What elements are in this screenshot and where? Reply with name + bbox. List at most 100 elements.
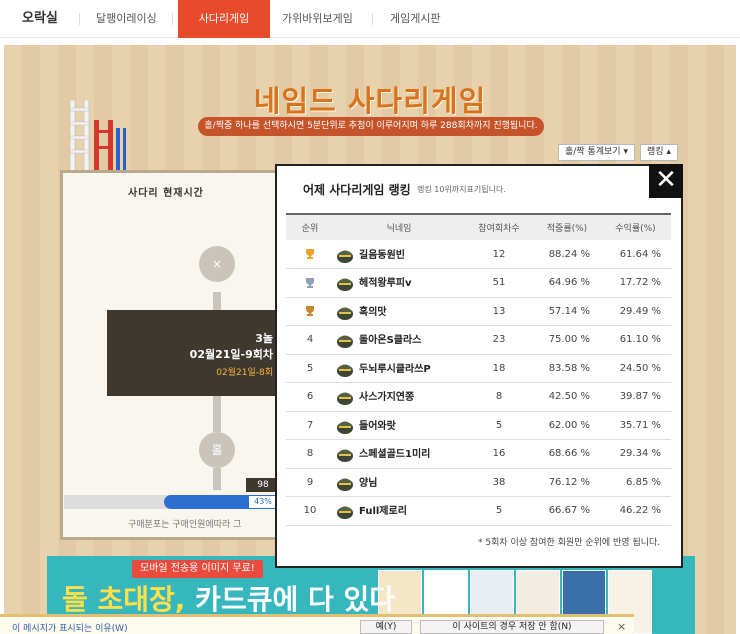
- nav-item-snail-racing[interactable]: 달팽이레이싱: [96, 0, 157, 38]
- nav-item-rps-game[interactable]: 가위바위보게임: [282, 0, 353, 38]
- nickname-cell[interactable]: 돌아온S클라스: [334, 325, 464, 355]
- table-row: 10 Full제로리 5 66.67 % 46.22 %: [286, 496, 671, 526]
- avatar-icon: [337, 278, 353, 292]
- nickname-text: 들어와랏: [359, 420, 396, 432]
- ad-tag: 모바일 전송용 이미지 무료!: [132, 560, 263, 578]
- ranking-button[interactable]: 랭킹 ▴: [640, 144, 678, 161]
- close-icon[interactable]: ✕: [649, 164, 683, 198]
- nav-item-game-board[interactable]: 게임게시판: [390, 0, 441, 38]
- nav-divider: [372, 13, 373, 25]
- never-save-button[interactable]: 이 사이트의 경우 저장 안 함(N): [420, 620, 604, 634]
- chevron-up-icon: ▴: [666, 147, 671, 157]
- nickname-cell[interactable]: 혹의맛: [334, 297, 464, 326]
- round-info-label: 3놀: [255, 332, 273, 345]
- notification-close-icon[interactable]: ×: [617, 620, 626, 633]
- rank-cell: 5: [286, 354, 334, 383]
- rounds-cell: 51: [464, 268, 534, 298]
- popup-subtitle: 랭킹 10위까지표기됩니다.: [417, 185, 506, 194]
- hit-rate-cell: 68.66 %: [534, 439, 600, 469]
- ranking-footnote: * 5회차 이상 참여한 회원만 순위에 반영 됩니다.: [478, 538, 661, 548]
- ranking-button-label: 랭킹: [647, 147, 664, 157]
- hit-rate-cell: 75.00 %: [534, 325, 600, 355]
- avatar-icon: [337, 364, 353, 377]
- popup-title: 어제 사다리게임 랭킹: [303, 183, 411, 197]
- rank-cell: 7: [286, 411, 334, 440]
- nickname-text: 스페셜골드1미리: [359, 449, 431, 461]
- column-header-rank: 순위: [286, 213, 334, 240]
- previous-round: 02월21일-8회: [216, 368, 273, 378]
- column-header-profit-rate: 수익률(%): [600, 213, 671, 240]
- nickname-text: 혹의맛: [359, 306, 387, 318]
- nickname-text: Full제로리: [359, 506, 407, 518]
- chevron-down-icon: ▾: [623, 147, 628, 157]
- rounds-cell: 5: [464, 411, 534, 440]
- nickname-text: 돌아온S클라스: [359, 335, 422, 347]
- rank-cell: 6: [286, 382, 334, 412]
- profit-rate-cell: 29.34 %: [600, 439, 671, 469]
- yes-button[interactable]: 예(Y): [360, 620, 412, 634]
- profit-rate-cell: 39.87 %: [600, 382, 671, 412]
- column-header-hit-rate: 적중률(%): [534, 213, 600, 240]
- hit-rate-cell: 57.14 %: [534, 297, 600, 326]
- ad-headline: 돌 초대장, 카드큐에 다 있다: [62, 578, 395, 618]
- nav-item-ladder-game[interactable]: 사다리게임: [178, 0, 270, 38]
- hit-rate-cell: 62.00 %: [534, 411, 600, 440]
- rank-cell: [286, 268, 334, 298]
- hit-rate-cell: 64.96 %: [534, 268, 600, 298]
- avatar-icon: [337, 392, 353, 406]
- avatar-icon: [337, 335, 353, 349]
- browser-notification-bar: 이 메시지가 표시되는 이유(W) 예(Y) 이 사이트의 경우 저장 안 함(…: [0, 614, 634, 634]
- top-nav: 오락실 달팽이레이싱 사다리게임 가위바위보게임 게임게시판: [0, 0, 740, 38]
- profit-rate-cell: 24.50 %: [600, 354, 671, 383]
- nickname-text: 사스가지연쫑: [359, 392, 415, 404]
- avatar-icon: [337, 307, 353, 320]
- nickname-text: 양님: [359, 477, 378, 489]
- nav-home-link[interactable]: 오락실: [22, 0, 58, 38]
- rounds-cell: 8: [464, 382, 534, 412]
- rounds-cell: 12: [464, 240, 534, 269]
- rounds-cell: 18: [464, 354, 534, 383]
- avatar-icon: [337, 421, 353, 434]
- nickname-cell[interactable]: 사스가지연쫑: [334, 382, 464, 412]
- stats-button-label: 홀/짝 통계보기: [565, 147, 621, 157]
- why-message-link[interactable]: 이 메시지가 표시되는 이유(W): [12, 621, 128, 634]
- nickname-cell[interactable]: Full제로리: [334, 496, 464, 526]
- rank-cell: 9: [286, 468, 334, 497]
- profit-rate-cell: 35.71 %: [600, 411, 671, 440]
- rounds-cell: 16: [464, 439, 534, 469]
- nickname-cell[interactable]: 두뇌루시클라쓰P: [334, 354, 464, 383]
- rounds-cell: 13: [464, 297, 534, 326]
- rounds-cell: 23: [464, 325, 534, 355]
- round-info-box: 3놀 02월21일-9회차 02월21일-8회: [107, 310, 277, 396]
- game-subtitle: 홀/짝중 하나를 선택하시면 5분단위로 추첨이 이루어지며 하루 288회차까…: [198, 117, 544, 136]
- nickname-cell[interactable]: 들어와랏: [334, 411, 464, 440]
- nav-divider: [172, 13, 173, 25]
- nickname-cell[interactable]: 헤적왕루피v: [334, 268, 464, 298]
- hit-rate-cell: 66.67 %: [534, 496, 600, 526]
- rank-cell: [286, 240, 334, 269]
- table-row: 8 스페셜골드1미리 16 68.66 % 29.34 %: [286, 439, 671, 469]
- hit-rate-cell: 76.12 %: [534, 468, 600, 497]
- rounds-cell: 5: [464, 496, 534, 526]
- table-row: 6 사스가지연쫑 8 42.50 % 39.87 %: [286, 382, 671, 412]
- table-row: 9 양님 38 76.12 % 6.85 %: [286, 468, 671, 497]
- hit-rate-cell: 42.50 %: [534, 382, 600, 412]
- rank-cell: 8: [286, 439, 334, 469]
- progress-fill: [164, 495, 250, 509]
- ad-headline-rest: 카드큐에 다 있다: [185, 583, 396, 616]
- nickname-cell[interactable]: 길음동원빈: [334, 240, 464, 269]
- trophy-icon: [306, 277, 314, 288]
- nickname-cell[interactable]: 스페셜골드1미리: [334, 439, 464, 469]
- stats-button[interactable]: 홀/짝 통계보기 ▾: [558, 144, 635, 161]
- page: 오락실 달팽이레이싱 사다리게임 가위바위보게임 게임게시판 네임드 사다리게임…: [0, 0, 740, 634]
- table-header-row: 순위 닉네임 참여회차수 적중률(%) 수익률(%): [286, 213, 671, 240]
- hit-rate-cell: 83.58 %: [534, 354, 600, 383]
- table-row: 5 두뇌루시클라쓰P 18 83.58 % 24.50 %: [286, 354, 671, 383]
- rounds-cell: 38: [464, 468, 534, 497]
- avatar-icon: [337, 478, 353, 491]
- current-time-title: 사다리 현재시간: [128, 188, 204, 199]
- avatar-icon: [337, 506, 353, 520]
- trophy-icon: [306, 249, 314, 259]
- nickname-cell[interactable]: 양님: [334, 468, 464, 497]
- ladder-line: [213, 468, 221, 490]
